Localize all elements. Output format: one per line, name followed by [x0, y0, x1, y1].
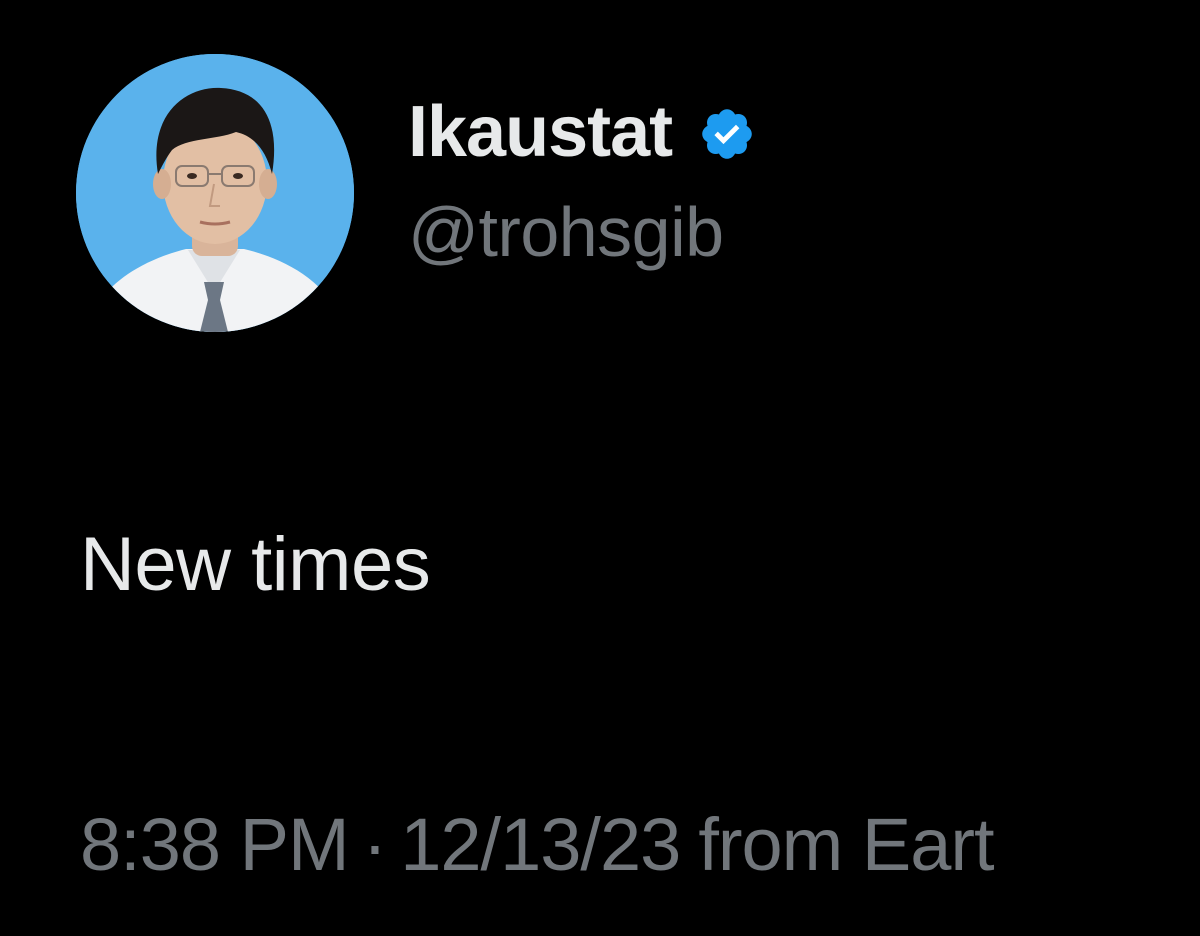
meta-separator: ·	[362, 803, 388, 886]
tweet-source: from Eart	[698, 803, 994, 886]
tweet-metadata: 8:38 PM · 12/13/23 from Eart	[80, 800, 1200, 890]
tweet-date[interactable]: 12/13/23	[400, 803, 681, 886]
user-handle[interactable]: @trohsgib	[408, 192, 756, 272]
tweet-time[interactable]: 8:38 PM	[80, 803, 350, 886]
name-row: Ikaustat	[408, 92, 756, 172]
verified-badge-icon[interactable]	[698, 105, 756, 163]
avatar-portrait-icon	[76, 54, 354, 332]
display-name[interactable]: Ikaustat	[408, 92, 673, 172]
avatar[interactable]	[76, 54, 354, 332]
tweet-card: Ikaustat @trohsgib New times 8:38 PM · 12/…	[0, 0, 1200, 936]
tweet-header: Ikaustat @trohsgib	[408, 92, 756, 272]
tweet-text: New times	[80, 522, 431, 607]
